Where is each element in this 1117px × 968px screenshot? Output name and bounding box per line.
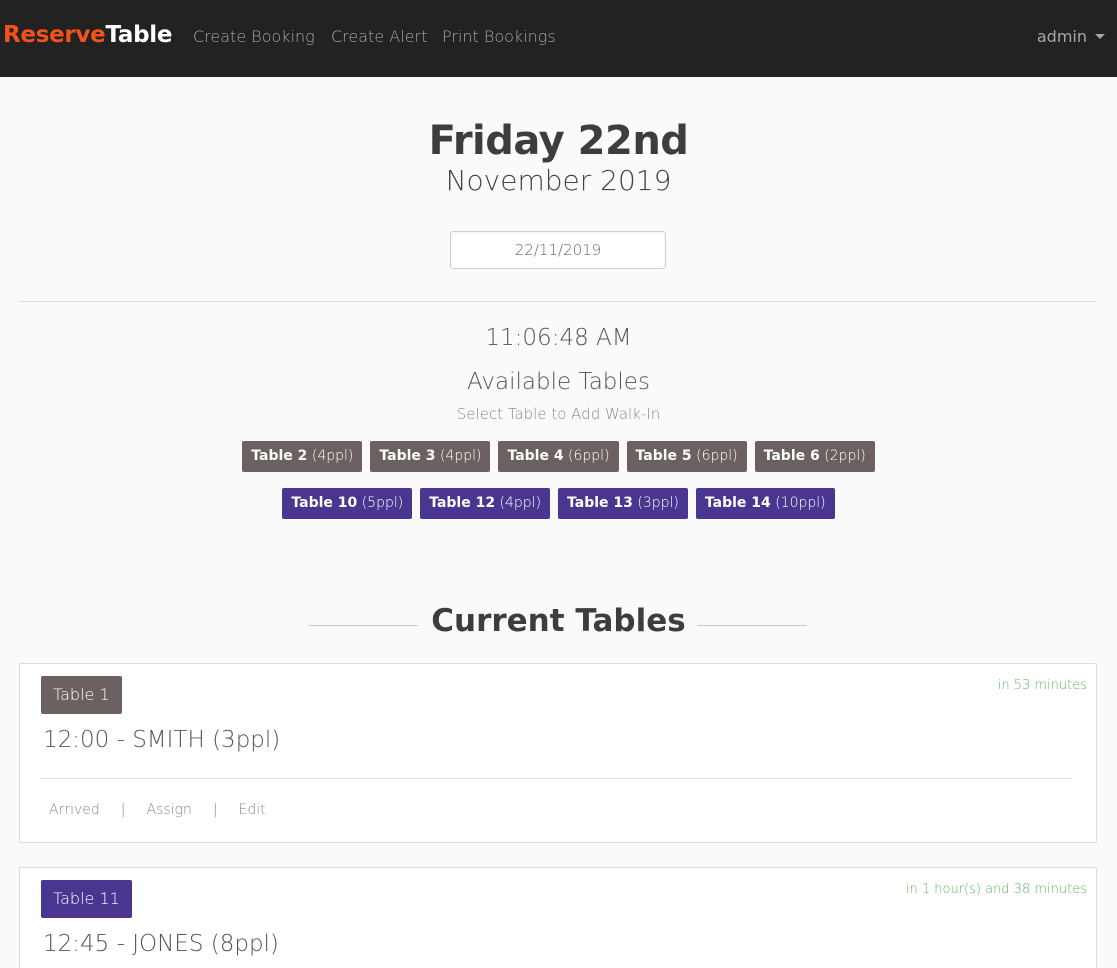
caret-down-icon	[1095, 34, 1105, 39]
table-name: Table 10	[291, 495, 358, 511]
table-name: Table 14	[704, 495, 771, 511]
table-name: Table 13	[567, 495, 633, 511]
table-button-13[interactable]: Table 13 (3ppl)	[558, 488, 688, 519]
current-tables-heading: Current Tables	[431, 603, 686, 639]
available-tables-title: Available Tables	[467, 369, 650, 395]
nav-create-booking[interactable]: Create Booking	[193, 27, 315, 46]
table-capacity: (6ppl)	[568, 448, 610, 464]
card-table-badge[interactable]: Table 11	[41, 880, 132, 918]
brand-part-reserve: Reserve	[3, 22, 106, 48]
clock: 11:06:48 AM	[485, 325, 632, 351]
separator: |	[212, 802, 218, 818]
table-button-6[interactable]: Table 6 (2ppl)	[754, 441, 875, 472]
separator: |	[120, 802, 126, 818]
table-capacity: (4ppl)	[439, 448, 482, 464]
day-title: Friday 22nd	[428, 118, 689, 164]
brand-part-table: Table	[105, 22, 173, 48]
nav-print-bookings[interactable]: Print Bookings	[442, 27, 556, 46]
table-name: Table 2	[251, 448, 308, 464]
table-button-5[interactable]: Table 5 (6ppl)	[626, 441, 747, 472]
card-actions: Arrived | Assign | Edit	[49, 802, 266, 818]
table-button-3[interactable]: Table 3 (4ppl)	[370, 441, 491, 472]
table-name: Table 3	[379, 448, 436, 464]
table-capacity: (6ppl)	[696, 448, 738, 464]
navbar: ReserveTable Create Booking Create Alert…	[0, 0, 1117, 77]
user-name: admin	[1036, 27, 1087, 46]
table-capacity: (10ppl)	[775, 495, 826, 511]
table-name: Table 12	[429, 495, 496, 511]
card-booking-summary: 12:00 - SMITH (3ppl)	[43, 727, 281, 753]
arrived-link[interactable]: Arrived	[49, 802, 100, 818]
user-menu[interactable]: admin	[1037, 27, 1105, 46]
table-button-4[interactable]: Table 4 (6ppl)	[498, 441, 619, 472]
table-button-14[interactable]: Table 14 (10ppl)	[695, 488, 835, 519]
booking-card: Table 1 in 53 minutes 12:00 - SMITH (3pp…	[19, 663, 1097, 843]
card-table-badge[interactable]: Table 1	[41, 676, 122, 714]
table-name: Table 6	[763, 448, 820, 464]
divider	[19, 301, 1097, 302]
available-tables-subtitle: Select Table to Add Walk-In	[456, 405, 661, 423]
nav-create-alert[interactable]: Create Alert	[331, 27, 427, 46]
date-picker-input[interactable]	[450, 231, 666, 269]
table-capacity: (3ppl)	[637, 495, 679, 511]
table-capacity: (4ppl)	[311, 448, 354, 464]
table-button-2[interactable]: Table 2 (4ppl)	[242, 441, 363, 472]
booking-card: Table 11 in 1 hour(s) and 38 minutes 12:…	[19, 867, 1097, 968]
table-capacity: (4ppl)	[499, 495, 542, 511]
table-capacity: (2ppl)	[824, 448, 866, 464]
brand-logo[interactable]: ReserveTable	[3, 22, 172, 48]
edit-link[interactable]: Edit	[239, 802, 266, 818]
card-eta: in 1 hour(s) and 38 minutes	[905, 882, 1087, 897]
assign-link[interactable]: Assign	[146, 802, 191, 818]
table-capacity: (5ppl)	[361, 495, 404, 511]
table-name: Table 5	[635, 448, 692, 464]
available-tables-row-2: Table 10 (5ppl) Table 12 (4ppl) Table 13…	[0, 488, 1117, 519]
month-year-title: November 2019	[445, 164, 672, 197]
heading-line-right	[697, 625, 807, 626]
table-button-10[interactable]: Table 10 (5ppl)	[282, 488, 413, 519]
card-divider	[40, 778, 1072, 779]
table-button-12[interactable]: Table 12 (4ppl)	[420, 488, 551, 519]
card-booking-summary: 12:45 - JONES (8ppl)	[43, 931, 279, 957]
card-eta: in 53 minutes	[997, 678, 1087, 693]
available-tables-row-1: Table 2 (4ppl) Table 3 (4ppl) Table 4 (6…	[0, 441, 1117, 472]
table-name: Table 4	[507, 448, 564, 464]
